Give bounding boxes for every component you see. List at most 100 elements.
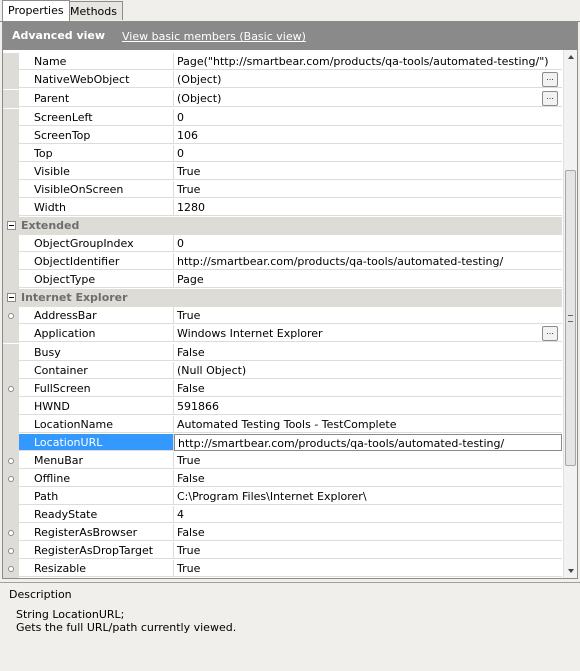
property-value[interactable]: 0: [174, 235, 562, 252]
category-internet-explorer[interactable]: Internet Explorer: [3, 289, 562, 307]
scroll-thumb[interactable]: [565, 170, 576, 466]
property-value[interactable]: True: [174, 163, 562, 180]
property-name: Width: [19, 199, 174, 216]
property-row-parent[interactable]: Parent (Object)...: [3, 90, 562, 108]
property-name: LocationName: [19, 416, 174, 433]
property-name: HWND: [19, 398, 174, 415]
property-row-registerasbrowser[interactable]: RegisterAsBrowser False: [3, 524, 562, 542]
property-value[interactable]: True: [174, 452, 562, 469]
scroll-up-icon[interactable]: [565, 50, 577, 64]
property-value[interactable]: False: [174, 470, 562, 487]
property-value[interactable]: 591866: [174, 398, 562, 415]
tab-strip: Properties Methods: [0, 0, 580, 22]
property-value[interactable]: Page: [174, 271, 562, 288]
property-row-application[interactable]: Application Windows Internet Explorer...: [3, 325, 562, 343]
property-name: Application: [19, 325, 174, 342]
property-name: Top: [19, 145, 174, 162]
property-value[interactable]: C:\Program Files\Internet Explorer\: [174, 488, 562, 505]
property-value[interactable]: (Null Object): [174, 362, 562, 379]
property-row-hwnd[interactable]: HWND 591866: [3, 398, 562, 416]
property-value[interactable]: 1280: [174, 199, 562, 216]
property-name: ObjectIdentifier: [19, 253, 174, 270]
property-row-offline[interactable]: Offline False: [3, 470, 562, 488]
property-name: VisibleOnScreen: [19, 181, 174, 198]
tab-properties[interactable]: Properties: [2, 0, 70, 21]
property-value[interactable]: 4: [174, 506, 562, 523]
property-value[interactable]: 0: [174, 145, 562, 162]
property-value[interactable]: http://smartbear.com/products/qa-tools/a…: [174, 253, 562, 270]
property-value[interactable]: 0: [174, 109, 562, 126]
property-name: FullScreen: [19, 380, 174, 397]
property-value[interactable]: (Object)...: [174, 90, 562, 107]
property-name: Parent: [19, 90, 174, 107]
property-row-resizable[interactable]: Resizable True: [3, 560, 562, 578]
circle-icon: [8, 458, 14, 464]
property-grid: Name Page("http://smartbear.com/products…: [3, 50, 562, 578]
property-row-addressbar[interactable]: AddressBar True: [3, 307, 562, 325]
property-name: RegisterAsDropTarget: [19, 542, 174, 559]
ellipsis-button[interactable]: ...: [542, 91, 558, 106]
property-name: Name: [19, 53, 174, 70]
property-row-path[interactable]: Path C:\Program Files\Internet Explorer\: [3, 488, 562, 506]
property-value[interactable]: Page("http://smartbear.com/products/qa-t…: [174, 53, 562, 70]
view-header: Advanced view View basic members (Basic …: [3, 22, 577, 50]
property-value[interactable]: False: [174, 380, 562, 397]
category-extended[interactable]: Extended: [3, 217, 562, 235]
properties-panel: Advanced view View basic members (Basic …: [2, 21, 578, 579]
property-row-locationurl[interactable]: LocationURL http://smartbear.com/product…: [3, 434, 562, 452]
property-value-editor[interactable]: http://smartbear.com/products/qa-tools/a…: [174, 434, 562, 451]
property-row-screentop[interactable]: ScreenTop 106: [3, 127, 562, 145]
description-signature: String LocationURL;: [16, 608, 125, 621]
property-row-fullscreen[interactable]: FullScreen False: [3, 380, 562, 398]
property-name: Resizable: [19, 560, 174, 577]
tab-methods[interactable]: Methods: [64, 1, 123, 20]
property-name: Path: [19, 488, 174, 505]
vertical-scrollbar[interactable]: [563, 50, 577, 578]
property-name: Container: [19, 362, 174, 379]
property-value[interactable]: 106: [174, 127, 562, 144]
property-row-locationname[interactable]: LocationName Automated Testing Tools - T…: [3, 416, 562, 434]
property-row-objectgroupindex[interactable]: ObjectGroupIndex 0: [3, 235, 562, 253]
circle-icon: [8, 530, 14, 536]
ellipsis-button[interactable]: ...: [542, 326, 558, 341]
description-panel: Description String LocationURL; Gets the…: [0, 582, 580, 671]
property-value[interactable]: Automated Testing Tools - TestComplete: [174, 416, 562, 433]
minus-box-icon[interactable]: [7, 293, 16, 302]
property-row-nativewebobject[interactable]: NativeWebObject (Object)...: [3, 71, 562, 89]
property-row-readystate[interactable]: ReadyState 4: [3, 506, 562, 524]
property-row-menubar[interactable]: MenuBar True: [3, 452, 562, 470]
circle-icon: [8, 548, 14, 554]
scroll-down-icon[interactable]: [565, 564, 577, 578]
property-row-registerasdroptarget[interactable]: RegisterAsDropTarget True: [3, 542, 562, 560]
property-value[interactable]: False: [174, 344, 562, 361]
property-row-busy[interactable]: Busy False: [3, 344, 562, 362]
circle-icon: [8, 386, 14, 392]
circle-icon: [8, 476, 14, 482]
ellipsis-button[interactable]: ...: [542, 72, 558, 87]
property-value[interactable]: True: [174, 181, 562, 198]
property-value[interactable]: (Object)...: [174, 71, 562, 88]
property-row-width[interactable]: Width 1280: [3, 199, 562, 217]
property-row-screenleft[interactable]: ScreenLeft 0: [3, 109, 562, 127]
property-name: MenuBar: [19, 452, 174, 469]
property-row-name[interactable]: Name Page("http://smartbear.com/products…: [3, 53, 562, 71]
property-name: ScreenTop: [19, 127, 174, 144]
property-row-top[interactable]: Top 0: [3, 145, 562, 163]
view-title: Advanced view: [12, 29, 106, 42]
property-value[interactable]: True: [174, 307, 562, 324]
property-name: RegisterAsBrowser: [19, 524, 174, 541]
property-row-container[interactable]: Container (Null Object): [3, 362, 562, 380]
property-value[interactable]: Windows Internet Explorer...: [174, 325, 562, 342]
property-row-visibleonscreen[interactable]: VisibleOnScreen True: [3, 181, 562, 199]
property-value[interactable]: False: [174, 524, 562, 541]
minus-box-icon[interactable]: [7, 221, 16, 230]
category-label: Internet Explorer: [21, 291, 128, 304]
property-row-objectidentifier[interactable]: ObjectIdentifier http://smartbear.com/pr…: [3, 253, 562, 271]
property-row-objecttype[interactable]: ObjectType Page: [3, 271, 562, 289]
basic-view-link[interactable]: View basic members (Basic view): [122, 30, 306, 43]
property-name: Busy: [19, 344, 174, 361]
property-value[interactable]: True: [174, 542, 562, 559]
property-value[interactable]: True: [174, 560, 562, 577]
property-row-visible[interactable]: Visible True: [3, 163, 562, 181]
property-name: ScreenLeft: [19, 109, 174, 126]
